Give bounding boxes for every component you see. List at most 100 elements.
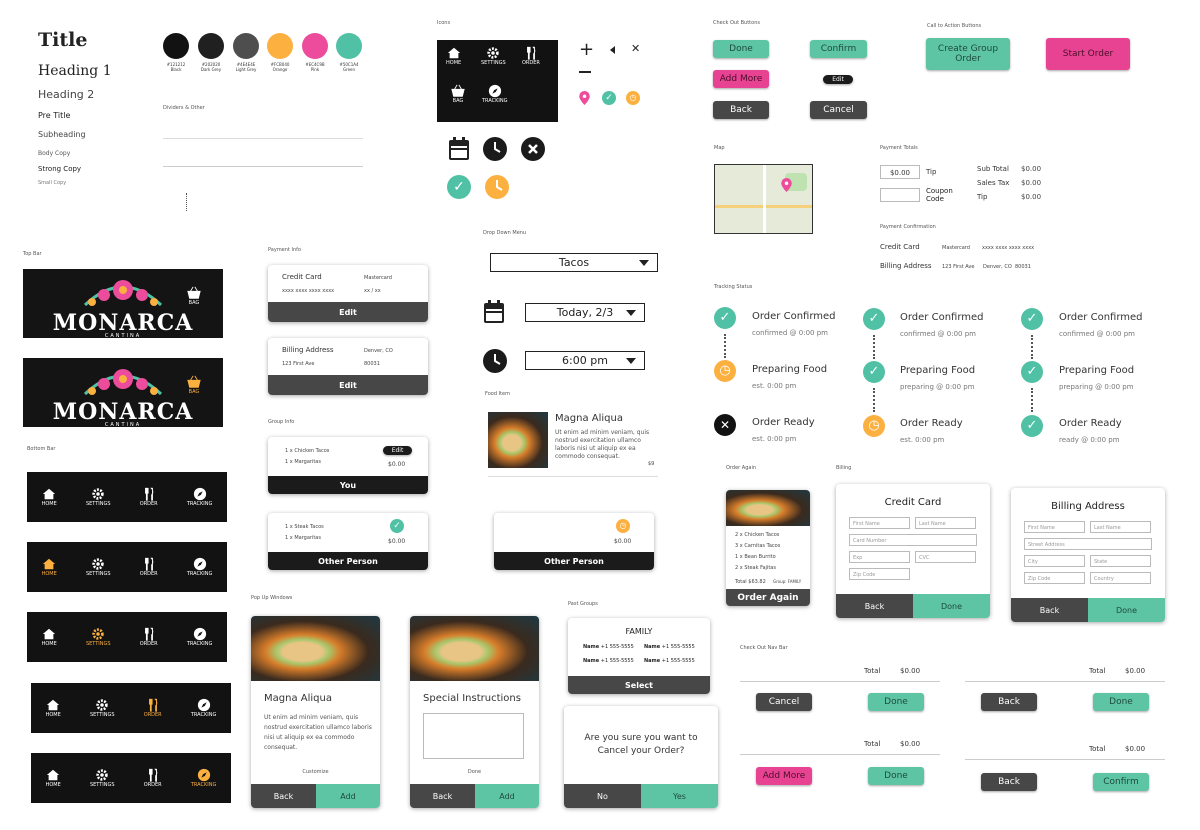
- last-name-field[interactable]: Last Name: [1090, 521, 1151, 533]
- nav-back-button[interactable]: Back: [981, 693, 1037, 711]
- nav-tracking[interactable]: TRACKING: [191, 698, 216, 718]
- nav-back-button[interactable]: Back: [981, 773, 1037, 791]
- billing-edit-button[interactable]: Edit: [268, 375, 428, 395]
- dotted-connector: [873, 335, 875, 359]
- tip-input[interactable]: $0.00: [880, 165, 920, 179]
- clock-icon: [483, 137, 507, 161]
- nav-tracking[interactable]: TRACKING: [187, 557, 212, 577]
- cvc-field[interactable]: CVC: [915, 551, 976, 563]
- nav-done-button[interactable]: Done: [868, 693, 924, 711]
- last-name-field[interactable]: Last Name: [915, 517, 976, 529]
- start-order-button[interactable]: Start Order: [1046, 38, 1130, 70]
- nav-bag[interactable]: BAG: [451, 84, 465, 104]
- instructions-textarea[interactable]: [423, 713, 524, 759]
- payment-info-label: Payment Info: [268, 247, 301, 253]
- confirm-button[interactable]: Confirm: [810, 40, 867, 58]
- street-field[interactable]: Street Address: [1024, 538, 1152, 550]
- nav-order[interactable]: ORDER: [140, 557, 158, 577]
- nav-settings[interactable]: SETTINGS: [90, 768, 115, 788]
- popup-back-button[interactable]: Back: [410, 784, 475, 808]
- order-again-button[interactable]: Order Again: [726, 589, 810, 606]
- popup-back-button[interactable]: Back: [251, 784, 316, 808]
- group-price: $0.00: [388, 461, 406, 468]
- nav-tracking[interactable]: TRACKING: [187, 627, 212, 647]
- nav-order[interactable]: ORDER: [522, 46, 540, 66]
- add-more-button[interactable]: Add More: [713, 70, 769, 88]
- compass-icon: [197, 768, 210, 782]
- nav-settings[interactable]: SETTINGS: [86, 627, 111, 647]
- popup-add-button[interactable]: Add: [475, 784, 539, 808]
- exp-field[interactable]: Exp: [849, 551, 910, 563]
- group-you-bar[interactable]: You: [268, 476, 428, 494]
- instructions-done-link[interactable]: Done: [410, 769, 539, 775]
- first-name-field[interactable]: First Name: [849, 517, 910, 529]
- nav-divider: [740, 681, 940, 682]
- nav-order[interactable]: ORDER: [140, 487, 158, 507]
- nav-tracking[interactable]: TRACKING: [187, 487, 212, 507]
- nav-home[interactable]: HOME: [42, 557, 57, 577]
- fork-knife-icon: [148, 768, 157, 782]
- coupon-input[interactable]: [880, 188, 920, 202]
- nav-home[interactable]: HOME: [46, 698, 61, 718]
- food-item[interactable]: Magna Aliqua Ut enim ad minim veniam, qu…: [488, 412, 658, 477]
- nav-settings[interactable]: SETTINGS: [86, 487, 111, 507]
- nav-home[interactable]: HOME: [42, 627, 57, 647]
- nav-home[interactable]: HOME: [446, 46, 461, 66]
- nav-settings[interactable]: SETTINGS: [86, 557, 111, 577]
- state-field[interactable]: State: [1090, 555, 1151, 567]
- customize-link[interactable]: Customize: [251, 769, 380, 775]
- nav-add-more-button[interactable]: Add More: [756, 767, 812, 785]
- nav-done-button[interactable]: Done: [868, 767, 924, 785]
- create-group-button[interactable]: Create Group Order: [926, 38, 1010, 70]
- swatch-pink: [302, 33, 328, 59]
- nav-cancel-button[interactable]: Cancel: [756, 693, 812, 711]
- top-bag[interactable]: BAG: [187, 286, 201, 306]
- zip-field[interactable]: Zip Code: [849, 568, 910, 580]
- cancel-yes-button[interactable]: Yes: [641, 784, 718, 808]
- map[interactable]: [714, 164, 813, 234]
- cancel-button[interactable]: Cancel: [810, 101, 867, 119]
- time-dropdown[interactable]: 6:00 pm: [525, 351, 645, 370]
- nav-order[interactable]: ORDER: [144, 768, 162, 788]
- group-other-bar[interactable]: Other Person: [268, 552, 428, 570]
- top-bag[interactable]: BAG: [187, 375, 201, 395]
- tip-label: Tip: [926, 168, 937, 176]
- nav-order[interactable]: ORDER: [140, 627, 158, 647]
- form-done-button[interactable]: Done: [1088, 598, 1165, 622]
- menu-dropdown[interactable]: Tacos: [490, 253, 658, 272]
- back-button[interactable]: Back: [713, 101, 769, 119]
- nav-settings[interactable]: SETTINGS: [90, 698, 115, 718]
- edit-button[interactable]: Edit: [823, 75, 853, 84]
- credit-card-form: Credit Card First Name Last Name Card Nu…: [836, 484, 990, 618]
- check-circle-icon: ✓: [1021, 415, 1043, 437]
- form-done-button[interactable]: Done: [913, 594, 990, 618]
- nav-home[interactable]: HOME: [46, 768, 61, 788]
- heading1-sample: Heading 1: [38, 63, 112, 79]
- nav-done-button[interactable]: Done: [1093, 693, 1149, 711]
- nav-confirm-button[interactable]: Confirm: [1093, 773, 1149, 791]
- form-back-button[interactable]: Back: [836, 594, 913, 618]
- card-edit-button[interactable]: Edit: [268, 302, 428, 322]
- group-other-bar[interactable]: Other Person: [494, 552, 654, 570]
- cancel-no-button[interactable]: No: [564, 784, 641, 808]
- nav-settings[interactable]: SETTINGS: [481, 46, 506, 66]
- card-title: Credit Card: [282, 273, 322, 281]
- bottom-bar-tracking-active: HOME SETTINGS ORDER TRACKING: [31, 753, 231, 803]
- status-title: Order Confirmed: [900, 312, 984, 323]
- select-group-button[interactable]: Select: [568, 676, 710, 694]
- done-button[interactable]: Done: [713, 40, 769, 58]
- nav-tracking[interactable]: TRACKING: [191, 768, 216, 788]
- popup-add-button[interactable]: Add: [316, 784, 380, 808]
- date-dropdown[interactable]: Today, 2/3: [525, 303, 645, 322]
- nav-tracking[interactable]: TRACKING: [482, 84, 508, 104]
- form-back-button[interactable]: Back: [1011, 598, 1088, 622]
- group-edit-button[interactable]: Edit: [383, 446, 412, 455]
- city-field[interactable]: City: [1024, 555, 1085, 567]
- zip-field[interactable]: Zip Code: [1024, 572, 1085, 584]
- first-name-field[interactable]: First Name: [1024, 521, 1085, 533]
- card-number-field[interactable]: Card Number: [849, 534, 977, 546]
- country-field[interactable]: Country: [1090, 572, 1151, 584]
- nav-order[interactable]: ORDER: [144, 698, 162, 718]
- top-bar-active: MONARCA CANTINA BAG: [23, 358, 223, 428]
- nav-home[interactable]: HOME: [42, 487, 57, 507]
